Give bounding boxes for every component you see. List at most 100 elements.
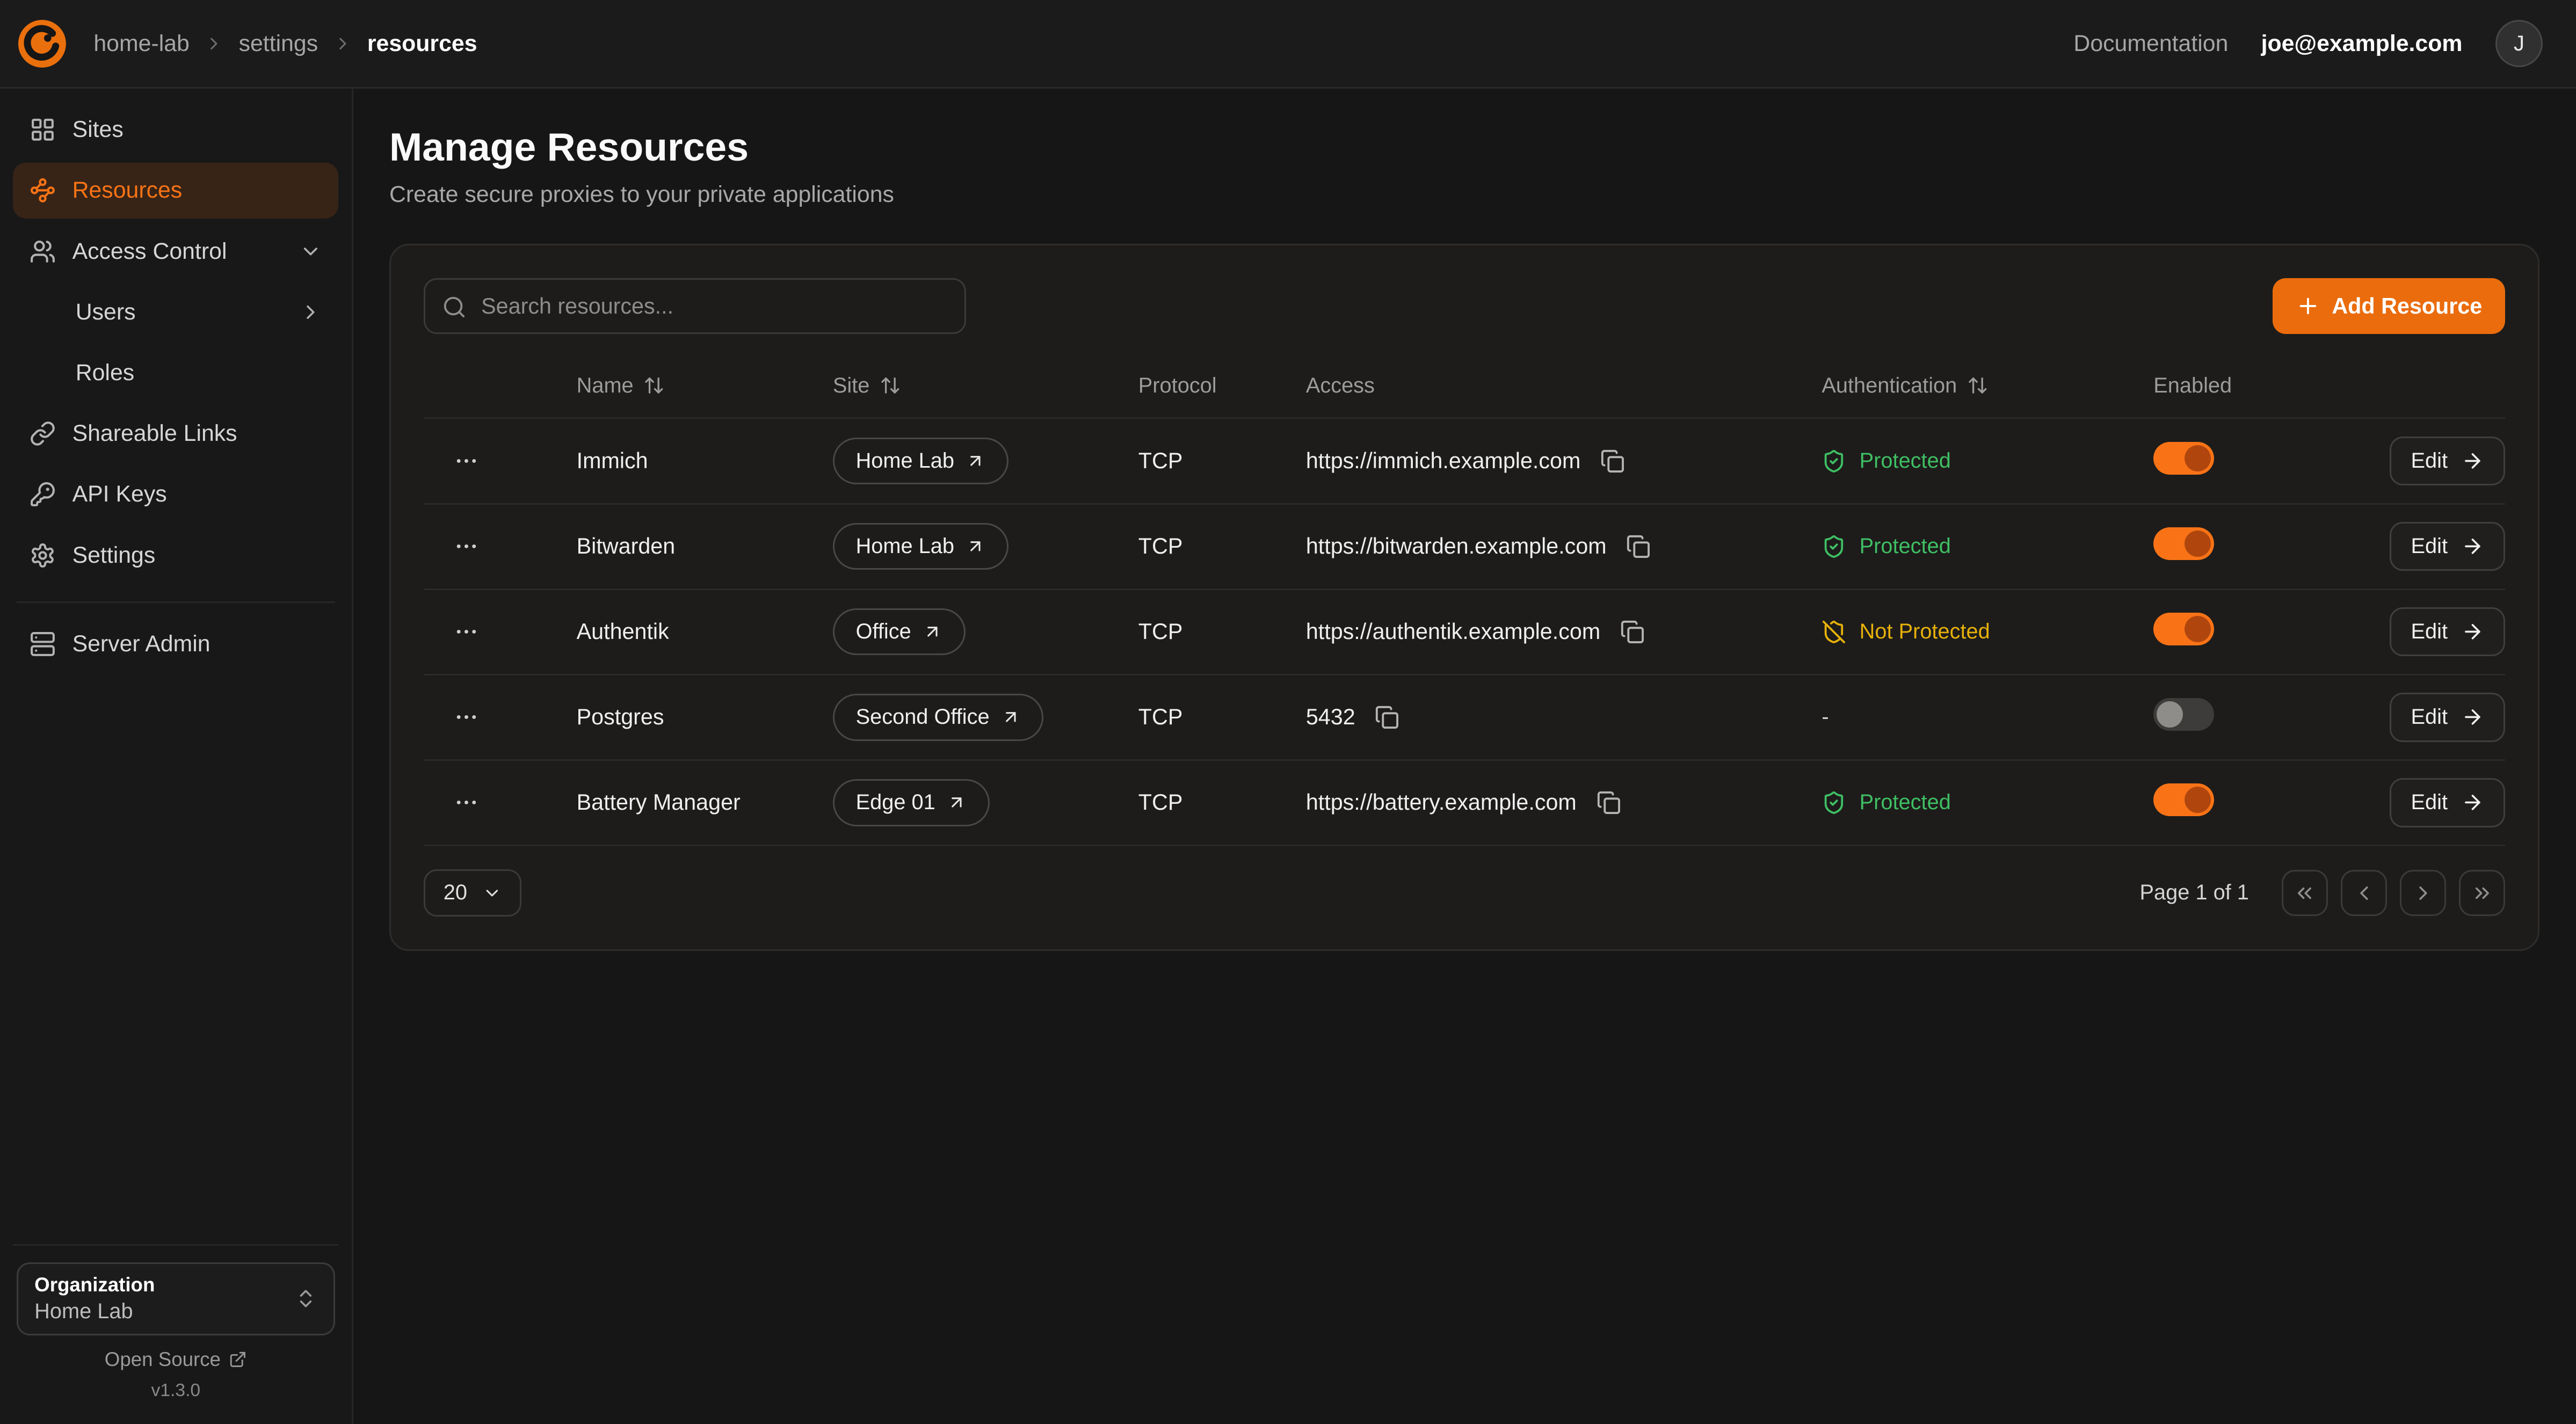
topbar: home-lab settings resources Documentatio… [0, 0, 2576, 89]
key-icon [30, 481, 56, 507]
column-header-site[interactable]: Site [833, 374, 1138, 398]
shell: Sites Resources Access Control Users Rol… [0, 89, 2576, 1424]
sidebar-item-users[interactable]: Users [13, 284, 338, 340]
organization-select[interactable]: Organization Home Lab [17, 1262, 336, 1335]
ellipsis-icon [453, 789, 480, 816]
ellipsis-icon [453, 619, 480, 645]
shield-off-icon [1822, 620, 1846, 644]
row-menu-button[interactable] [447, 612, 486, 651]
enabled-toggle[interactable] [2153, 613, 2214, 645]
copy-button[interactable] [1597, 445, 1628, 476]
breadcrumb-settings[interactable]: settings [239, 31, 318, 57]
column-header-enabled: Enabled [2153, 374, 2375, 398]
chevron-right-icon [204, 34, 224, 54]
protocol-cell: TCP [1138, 448, 1306, 474]
copy-button[interactable] [1593, 787, 1624, 818]
site-link[interactable]: Edge 01 [833, 779, 990, 826]
sidebar-divider [17, 601, 336, 603]
table-footer: 20 Page 1 of 1 [424, 869, 2505, 917]
user-avatar[interactable]: J [2495, 20, 2543, 68]
open-source-label: Open Source [105, 1348, 221, 1371]
sort-icon [1967, 375, 1989, 396]
sidebar-item-access-control[interactable]: Access Control [13, 223, 338, 279]
last-page-button[interactable] [2459, 870, 2505, 916]
sidebar-item-settings[interactable]: Settings [13, 527, 338, 583]
chevron-right-icon [2412, 882, 2435, 905]
sidebar-item-api-keys[interactable]: API Keys [13, 467, 338, 522]
copy-icon [1626, 534, 1651, 559]
grid-icon [30, 117, 56, 143]
edit-button[interactable]: Edit [2390, 778, 2505, 827]
sidebar-item-label: Users [76, 299, 136, 325]
site-link[interactable]: Second Office [833, 694, 1044, 741]
search-input[interactable] [424, 278, 966, 334]
ellipsis-icon [453, 533, 480, 560]
copy-button[interactable] [1623, 531, 1654, 562]
arrow-up-right-icon [966, 451, 985, 471]
open-source-link[interactable]: Open Source [13, 1348, 338, 1371]
edit-button[interactable]: Edit [2390, 607, 2505, 657]
enabled-toggle[interactable] [2153, 698, 2214, 731]
resource-name: Postgres [577, 704, 833, 730]
site-link[interactable]: Office [833, 608, 966, 656]
arrow-up-right-icon [947, 793, 967, 812]
documentation-link[interactable]: Documentation [2073, 31, 2228, 57]
page-title: Manage Resources [389, 125, 2539, 170]
sidebar-item-server-admin[interactable]: Server Admin [13, 616, 338, 672]
copy-button[interactable] [1617, 616, 1648, 648]
sidebar-item-label: Roles [76, 360, 134, 386]
table-header: Name Site Protocol Access Authentication… [424, 347, 2505, 419]
column-header-authentication[interactable]: Authentication [1822, 374, 2153, 398]
sidebar-item-roles[interactable]: Roles [13, 345, 338, 401]
topbar-right: Documentation joe@example.com J [2073, 20, 2543, 68]
gear-icon [30, 542, 56, 569]
column-header-access: Access [1306, 374, 1822, 398]
add-resource-button[interactable]: Add Resource [2273, 278, 2505, 334]
sidebar-item-resources[interactable]: Resources [13, 163, 338, 219]
enabled-toggle[interactable] [2153, 783, 2214, 816]
row-menu-button[interactable] [447, 527, 486, 566]
app-logo-icon[interactable] [17, 18, 68, 69]
enabled-toggle[interactable] [2153, 527, 2214, 560]
resource-name: Battery Manager [577, 790, 833, 815]
table-row: Immich Home Lab TCP https://immich.examp… [424, 419, 2505, 504]
protocol-cell: TCP [1138, 790, 1306, 815]
edit-button[interactable]: Edit [2390, 522, 2505, 571]
column-header-name[interactable]: Name [577, 374, 833, 398]
row-menu-button[interactable] [447, 783, 486, 822]
sidebar-item-label: Shareable Links [72, 420, 237, 447]
page-size-select[interactable]: 20 [424, 869, 521, 917]
edit-button[interactable]: Edit [2390, 693, 2505, 742]
page-info: Page 1 of 1 [2140, 881, 2249, 905]
shield-check-icon [1822, 790, 1846, 815]
external-link-icon [229, 1350, 247, 1369]
waypoints-icon [30, 177, 56, 204]
access-url: https://bitwarden.example.com [1306, 534, 1607, 559]
sidebar-item-sites[interactable]: Sites [13, 102, 338, 158]
row-menu-button[interactable] [447, 698, 486, 737]
table-row: Battery Manager Edge 01 TCP https://batt… [424, 761, 2505, 846]
protocol-cell: TCP [1138, 619, 1306, 644]
ellipsis-icon [453, 704, 480, 730]
next-page-button[interactable] [2400, 870, 2446, 916]
column-header-protocol: Protocol [1138, 374, 1306, 398]
sort-icon [643, 375, 665, 396]
auth-status: Not Protected [1822, 620, 2153, 644]
breadcrumb-org[interactable]: home-lab [93, 31, 189, 57]
first-page-button[interactable] [2282, 870, 2328, 916]
version-label: v1.3.0 [13, 1381, 338, 1401]
user-email[interactable]: joe@example.com [2261, 31, 2463, 57]
row-menu-button[interactable] [447, 441, 486, 481]
table-row: Bitwarden Home Lab TCP https://bitwarden… [424, 505, 2505, 590]
sidebar-item-shareable-links[interactable]: Shareable Links [13, 406, 338, 462]
sidebar-item-label: Sites [72, 117, 124, 143]
enabled-toggle[interactable] [2153, 442, 2214, 475]
prev-page-button[interactable] [2341, 870, 2387, 916]
copy-button[interactable] [1372, 702, 1403, 733]
auth-status: Protected [1822, 534, 2153, 559]
site-link[interactable]: Home Lab [833, 438, 1008, 485]
site-link[interactable]: Home Lab [833, 523, 1008, 570]
breadcrumb-current: resources [367, 31, 477, 57]
edit-button[interactable]: Edit [2390, 437, 2505, 486]
table-row: Postgres Second Office TCP 5432 - Edit [424, 675, 2505, 761]
